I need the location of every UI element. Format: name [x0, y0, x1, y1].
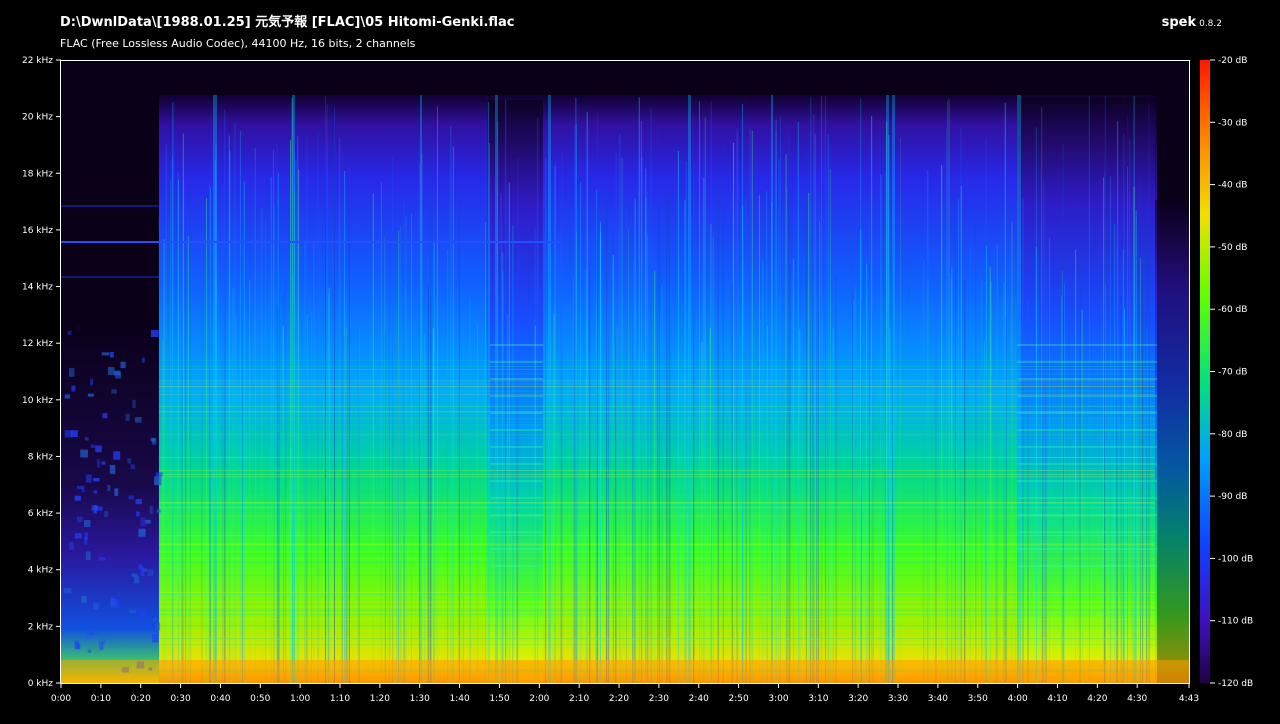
time-tick-label: 1:40: [449, 694, 469, 704]
db-color-scale: [1200, 60, 1210, 683]
time-tick-label: 2:30: [649, 694, 669, 704]
spectrogram-plot: [61, 61, 1189, 683]
time-tick-label: 4:00: [1007, 694, 1027, 704]
time-tick-label: 4:10: [1047, 694, 1067, 704]
freq-tick-label: 6 kHz: [28, 509, 54, 519]
time-tick-label: 3:10: [808, 694, 828, 704]
time-tick-label: 4:20: [1087, 694, 1107, 704]
frequency-axis: 0 kHz 2 kHz 4 kHz 6 kHz 8 kHz 10 kHz 12 kHz 14 …: [22, 56, 61, 689]
db-tick-label: -110 dB: [1218, 617, 1253, 627]
freq-tick-label: 10 kHz: [22, 396, 53, 406]
time-tick-label: 0:10: [91, 694, 111, 704]
db-tick-label: -30 dB: [1218, 118, 1247, 128]
time-tick-label: 1:00: [290, 694, 310, 704]
db-tick-label: -120 dB: [1218, 679, 1253, 689]
freq-tick-label: 14 kHz: [22, 283, 53, 293]
time-tick-label: 1:10: [330, 694, 350, 704]
time-tick-label: 2:20: [609, 694, 629, 704]
freq-tick-label: 4 kHz: [28, 566, 54, 576]
freq-tick-label: 12 kHz: [22, 339, 53, 349]
time-axis: 0:00 0:10 0:20 0:30 0:40 0:50 1:00 1:10 1:20 1:30…: [51, 683, 1199, 704]
freq-tick-label: 18 kHz: [22, 169, 53, 179]
time-tick-label: 3:40: [928, 694, 948, 704]
freq-tick-label: 8 kHz: [28, 452, 54, 462]
db-tick-label: -80 dB: [1218, 430, 1247, 440]
db-scale-axis: -20 dB -30 dB -40 dB -50 dB -60 dB -70 dB -80 …: [1210, 56, 1253, 689]
time-tick-label: 2:10: [569, 694, 589, 704]
time-tick-label: 1:20: [370, 694, 390, 704]
spectrogram-view[interactable]: 0 kHz 2 kHz 4 kHz 6 kHz 8 kHz 10 kHz 12 kHz 14 …: [0, 0, 1280, 724]
db-tick-label: -100 dB: [1218, 554, 1253, 564]
freq-tick-label: 22 kHz: [22, 56, 53, 66]
db-tick-label: -40 dB: [1218, 181, 1247, 191]
freq-tick-label: 20 kHz: [22, 113, 53, 123]
time-tick-label: 3:30: [888, 694, 908, 704]
freq-tick-label: 0 kHz: [28, 679, 54, 689]
db-tick-label: -50 dB: [1218, 243, 1247, 253]
freq-tick-label: 2 kHz: [28, 622, 54, 632]
time-tick-label: 0:30: [170, 694, 190, 704]
time-tick-label: 1:30: [410, 694, 430, 704]
time-tick-label: 2:50: [728, 694, 748, 704]
time-tick-label: 3:50: [968, 694, 988, 704]
time-tick-label: 4:30: [1127, 694, 1147, 704]
db-tick-label: -60 dB: [1218, 305, 1247, 315]
time-tick-label: 1:50: [489, 694, 509, 704]
db-tick-label: -70 dB: [1218, 368, 1247, 378]
freq-tick-label: 16 kHz: [22, 226, 53, 236]
time-tick-label: 2:40: [689, 694, 709, 704]
db-tick-label: -90 dB: [1218, 492, 1247, 502]
time-tick-label: 0:40: [210, 694, 230, 704]
time-tick-label: 0:20: [131, 694, 151, 704]
db-tick-label: -20 dB: [1218, 56, 1247, 66]
time-tick-label: 0:00: [51, 694, 71, 704]
time-tick-label: 0:50: [250, 694, 270, 704]
time-tick-label: 4:43: [1179, 694, 1199, 704]
time-tick-label: 2:00: [529, 694, 549, 704]
time-tick-label: 3:20: [848, 694, 868, 704]
time-tick-label: 3:00: [768, 694, 788, 704]
